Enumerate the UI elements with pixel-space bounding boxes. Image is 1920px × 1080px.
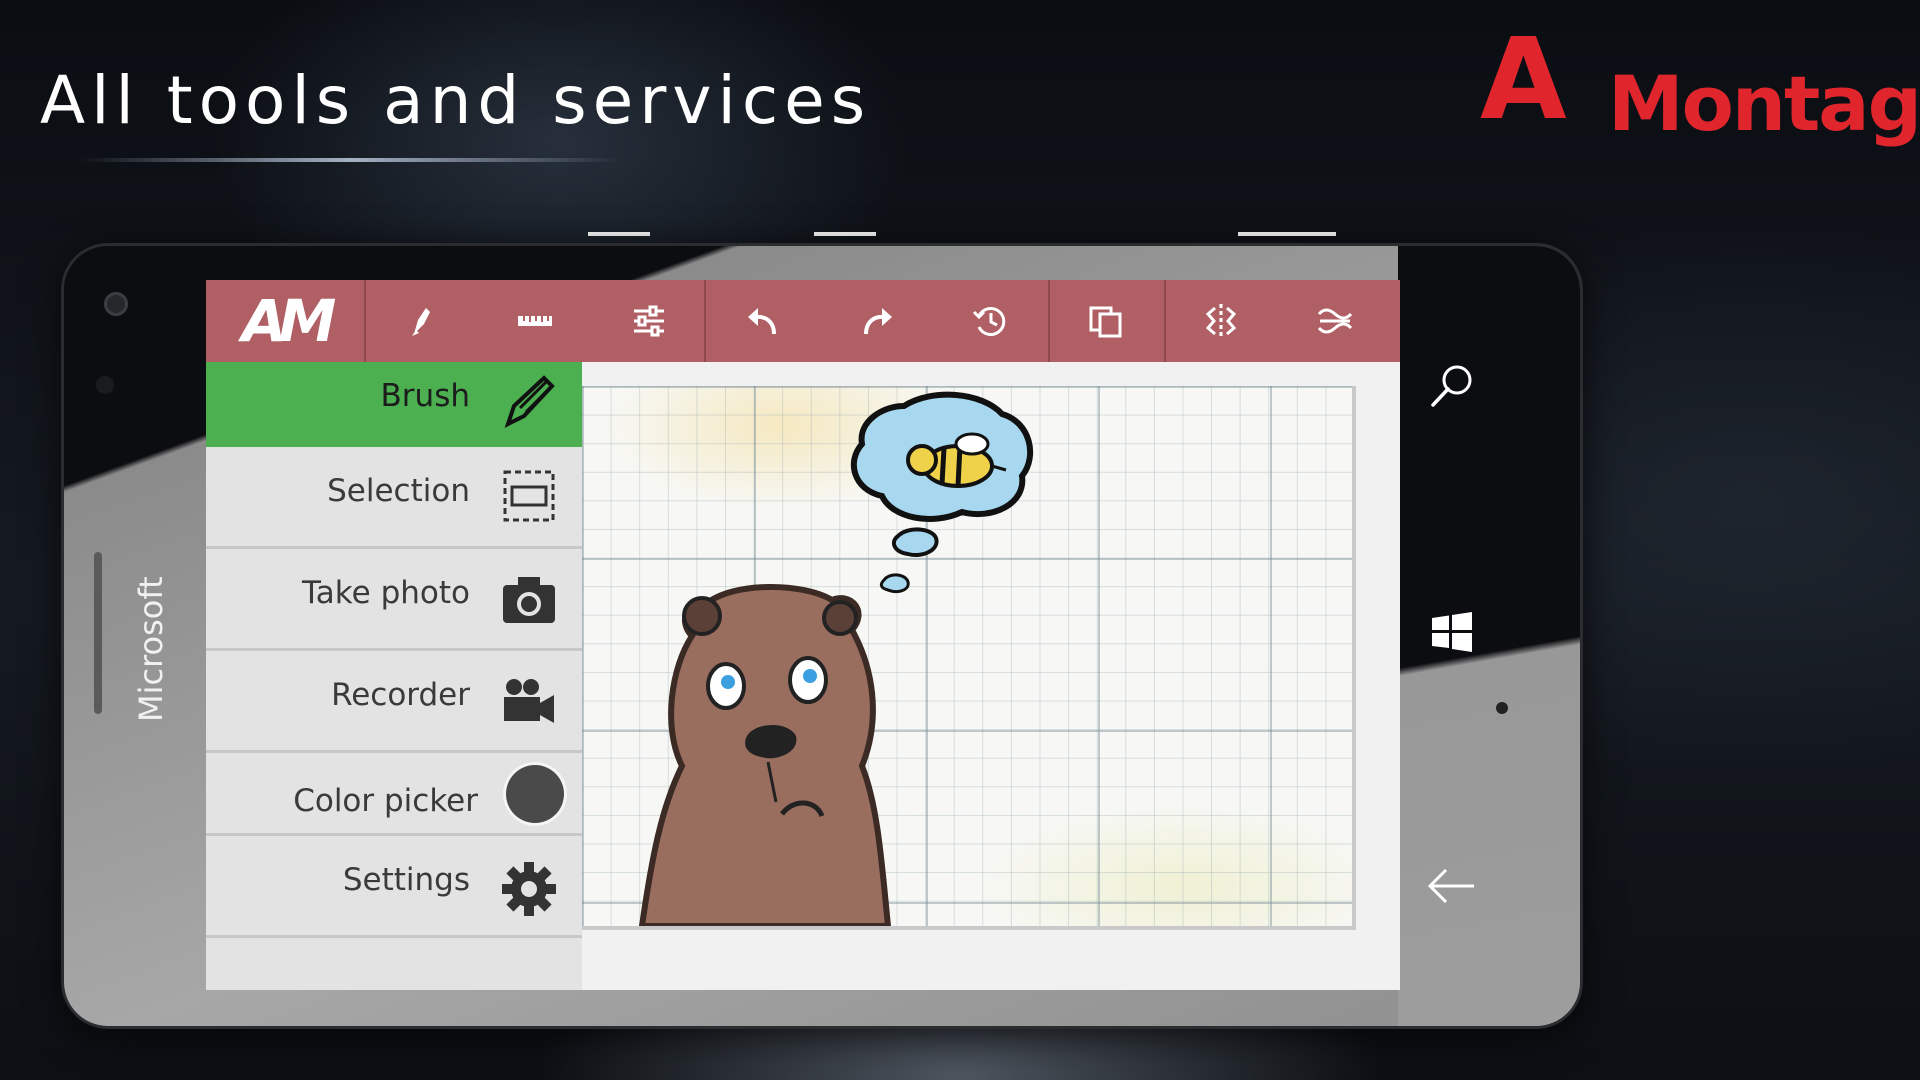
app-screen: AM Brush Selection Take photo Recorder C… <box>206 280 1400 990</box>
camera-icon <box>503 577 555 623</box>
bear-drawing <box>638 391 1034 926</box>
menu-item-settings[interactable]: Settings <box>206 836 582 938</box>
menu-item-color-picker[interactable]: Color picker <box>206 753 582 836</box>
speaker-slot <box>94 552 102 714</box>
menu-item-selection[interactable]: Selection <box>206 447 582 549</box>
back-arrow-icon[interactable] <box>1412 856 1492 916</box>
tool-menu: Brush Selection Take photo Recorder Colo… <box>206 362 582 990</box>
menu-item-label: Recorder <box>331 677 470 713</box>
undo-icon[interactable] <box>706 280 820 362</box>
brand-logo-initial: A <box>1480 15 1567 145</box>
menu-item-take-photo[interactable]: Take photo <box>206 549 582 651</box>
promo-headline: All tools and services <box>40 62 872 139</box>
menu-item-label: Take photo <box>302 575 470 611</box>
mirror-symmetry-icon[interactable] <box>1164 280 1278 362</box>
app-toolbar: AM <box>206 280 1400 362</box>
brand-logo-text: Montage <box>1608 59 1920 148</box>
brush-tool-icon[interactable] <box>364 280 478 362</box>
menu-item-label: Selection <box>327 473 470 509</box>
menu-item-brush[interactable]: Brush <box>206 362 582 447</box>
menu-item-recorder[interactable]: Recorder <box>206 651 582 753</box>
search-icon[interactable] <box>1412 356 1492 416</box>
app-logo[interactable]: AM <box>206 280 366 362</box>
phone-top-dash <box>1238 232 1336 236</box>
menu-item-label: Brush <box>380 378 470 414</box>
layers-copy-icon[interactable] <box>1048 280 1162 362</box>
windows-start-icon[interactable] <box>1412 602 1492 662</box>
phone-top-dash <box>588 232 650 236</box>
front-camera-icon <box>104 292 128 316</box>
gear-icon <box>502 862 556 916</box>
redo-icon[interactable] <box>820 280 934 362</box>
montage-brand-logo: A Montage <box>1480 15 1920 145</box>
drawing-canvas-area[interactable] <box>582 362 1400 990</box>
wave-distort-icon[interactable] <box>1278 280 1392 362</box>
proximity-sensor <box>96 376 114 394</box>
headline-underline <box>80 158 620 162</box>
menu-item-label: Settings <box>342 862 470 898</box>
adjustments-sliders-icon[interactable] <box>592 280 706 362</box>
menu-item-label: Color picker <box>293 783 478 819</box>
color-swatch-icon <box>506 765 564 823</box>
indicator-dot <box>1496 702 1508 714</box>
selection-rect-icon <box>503 470 555 522</box>
promo-stage: All tools and services A Montage Microso… <box>0 0 1920 1080</box>
ruler-icon[interactable] <box>478 280 592 362</box>
brush-icon <box>504 375 555 428</box>
phone-top-dash <box>814 232 876 236</box>
phone-brand-text: Microsoft <box>132 576 170 722</box>
history-icon[interactable] <box>934 280 1048 362</box>
video-recorder-icon <box>504 679 554 723</box>
drawing-canvas[interactable] <box>582 386 1356 930</box>
